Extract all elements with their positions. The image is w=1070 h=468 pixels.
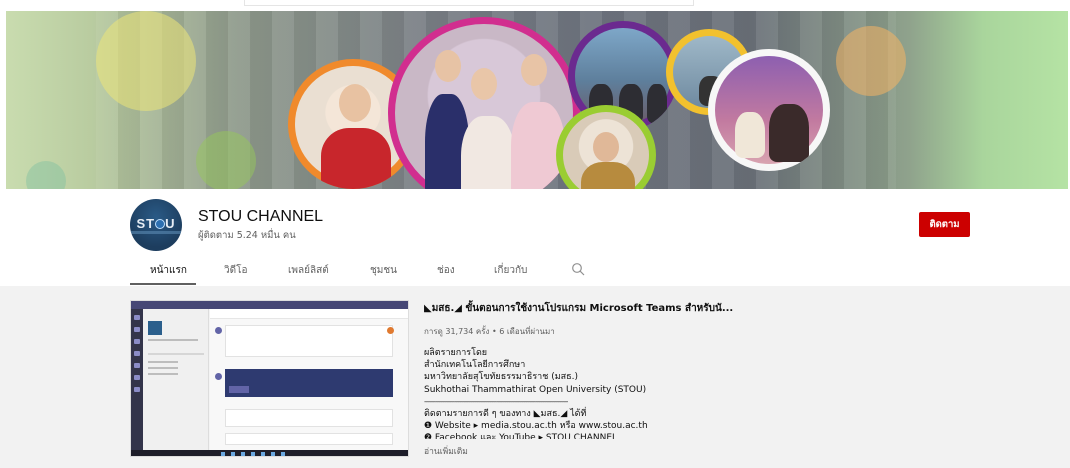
channel-banner xyxy=(6,11,1068,189)
channel-name: STOU CHANNEL xyxy=(198,208,324,225)
description-line: ติดตามรายการดี ๆ ของทาง ◣มสธ.◢ ได้ที่ xyxy=(424,408,587,419)
search-icon[interactable] xyxy=(571,262,585,276)
featured-video-thumbnail[interactable] xyxy=(130,300,409,457)
description-line: ❷ Facebook และ YouTube ▸ STOU CHANNEL xyxy=(424,433,618,440)
channel-avatar[interactable]: ST U xyxy=(130,199,182,251)
tab-videos[interactable]: วิดีโอ xyxy=(224,263,248,278)
channel-logo: ST U xyxy=(136,216,176,231)
tab-about[interactable]: เกี่ยวกับ xyxy=(494,263,527,278)
description-line: ❶ Website ▸ media.stou.ac.th หรือ www.st… xyxy=(424,421,648,432)
description-line: ผลิตรายการโดย xyxy=(424,348,488,358)
tab-playlists[interactable]: เพลย์ลิสต์ xyxy=(288,263,329,278)
read-more-link[interactable]: อ่านเพิ่มเติม xyxy=(424,444,468,458)
description-separator: ----------------------------------------… xyxy=(424,396,568,406)
search-box[interactable] xyxy=(244,0,694,6)
featured-video-meta: การดู 31,734 ครั้ง • 6 เดือนที่ผ่านมา xyxy=(424,327,555,336)
description-line: Sukhothai Thammathirat Open University (… xyxy=(424,384,647,395)
subscribe-button[interactable]: ติดตาม xyxy=(919,212,970,237)
tab-community[interactable]: ชุมชน xyxy=(370,263,397,278)
description-line: มหาวิทยาลัยสุโขทัยธรรมาธิราช (มสธ.) xyxy=(424,372,579,383)
tab-home[interactable]: หน้าแรก xyxy=(150,263,187,278)
tab-channels[interactable]: ช่อง xyxy=(437,263,455,278)
top-bar xyxy=(0,0,1070,10)
subscriber-count: ผู้ติดตาม 5.24 หมื่น คน xyxy=(198,230,296,241)
active-tab-indicator xyxy=(130,283,196,285)
featured-video-description: ผลิตรายการโดย สำนักเทคโนโลยีการศึกษา มหา… xyxy=(424,347,664,439)
banner-interview-photo xyxy=(708,49,830,171)
description-line: สำนักเทคโนโลยีการศึกษา xyxy=(424,360,526,371)
featured-video-title[interactable]: ◣มสธ.◢ ขั้นตอนการใช้งานโปรแกรม Microsoft… xyxy=(424,301,733,316)
